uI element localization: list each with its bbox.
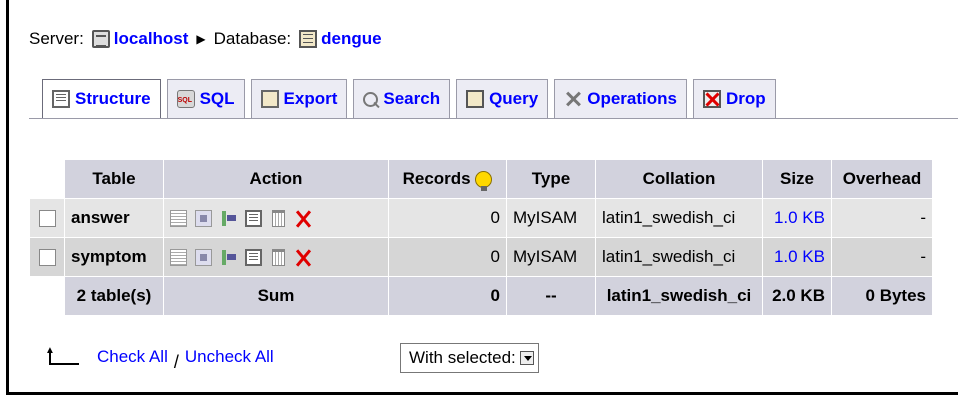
page-frame: Server: localhost ▶ Database: dengue Str…	[6, 0, 958, 395]
action-icons	[170, 209, 382, 227]
check-all-link[interactable]: Check All	[97, 347, 168, 367]
row-checkbox-cell	[30, 238, 64, 276]
select-icon[interactable]	[195, 209, 212, 227]
tables-list: Table Action Records Type Collation Size…	[29, 159, 933, 316]
records-value: 0	[389, 199, 506, 237]
database-link[interactable]: dengue	[321, 29, 381, 49]
overhead-value: -	[832, 199, 932, 237]
tab-sql[interactable]: SQL	[166, 79, 245, 119]
arrow-up-icon: ▲	[43, 345, 79, 365]
header-action: Action	[164, 160, 388, 198]
action-cell	[164, 199, 388, 237]
drop-x-icon[interactable]	[295, 249, 312, 266]
header-records-label: Records	[402, 169, 471, 188]
tab-bar: Structure SQL Export Search Query Operat…	[42, 79, 776, 119]
header-type: Type	[507, 160, 595, 198]
server-icon	[91, 30, 110, 48]
header-collation: Collation	[596, 160, 762, 198]
size-link[interactable]: 1.0 KB	[763, 199, 831, 237]
link-separator: /	[173, 351, 179, 372]
properties-icon[interactable]	[245, 248, 262, 266]
select-icon[interactable]	[195, 248, 212, 266]
insert-icon[interactable]	[220, 210, 237, 227]
tab-drop[interactable]: Drop	[692, 79, 776, 119]
tab-label: Search	[383, 89, 441, 108]
footer-size: 2.0 KB	[763, 277, 831, 315]
browse-icon[interactable]	[170, 209, 187, 227]
empty-trash-icon[interactable]	[272, 209, 285, 227]
size-link[interactable]: 1.0 KB	[763, 238, 831, 276]
footer-collation: latin1_swedish_ci	[596, 277, 762, 315]
footer-sum-label: Sum	[164, 277, 388, 315]
type-value: MyISAM	[507, 238, 595, 276]
export-icon	[260, 90, 279, 108]
tab-divider	[29, 118, 958, 119]
row-checkbox-cell	[30, 199, 64, 237]
tab-label: Export	[283, 89, 338, 108]
sql-icon	[176, 90, 195, 108]
footer-count: 2 table(s)	[65, 277, 163, 315]
tab-label: Drop	[725, 89, 766, 108]
bulk-select-bar: ▲ Check All / Uncheck All	[43, 343, 274, 372]
header-spacer	[30, 160, 64, 198]
server-link[interactable]: localhost	[114, 29, 189, 49]
table-header-row: Table Action Records Type Collation Size…	[30, 160, 932, 198]
drop-x-icon[interactable]	[295, 210, 312, 227]
overhead-value: -	[832, 238, 932, 276]
table-row: symptom 0 MyISAM latin1_swedish_ci 1.0 K…	[30, 238, 932, 276]
records-value: 0	[389, 238, 506, 276]
table-row: answer 0 MyISAM latin1_swedish_ci 1.0 KB…	[30, 199, 932, 237]
action-icons	[170, 248, 382, 266]
breadcrumb: Server: localhost ▶ Database: dengue	[29, 26, 382, 52]
tab-export[interactable]: Export	[250, 79, 348, 119]
footer-type: --	[507, 277, 595, 315]
tab-search[interactable]: Search	[353, 79, 451, 119]
header-overhead: Overhead	[832, 160, 932, 198]
drop-icon	[702, 90, 721, 108]
footer-spacer	[30, 277, 64, 315]
tab-label: Query	[489, 89, 539, 108]
tab-operations[interactable]: Operations	[554, 79, 687, 119]
footer-overhead: 0 Bytes	[832, 277, 932, 315]
lightbulb-icon[interactable]	[475, 171, 493, 192]
chevron-down-icon	[519, 351, 534, 365]
with-selected-dropdown[interactable]: With selected:	[400, 343, 539, 373]
database-icon	[299, 30, 318, 48]
uncheck-all-link[interactable]: Uncheck All	[185, 347, 274, 367]
table-footer-row: 2 table(s) Sum 0 -- latin1_swedish_ci 2.…	[30, 277, 932, 315]
footer-records: 0	[389, 277, 506, 315]
header-table: Table	[65, 160, 163, 198]
type-value: MyISAM	[507, 199, 595, 237]
search-icon	[363, 91, 379, 107]
database-label: Database:	[213, 29, 292, 48]
browse-icon[interactable]	[170, 248, 187, 266]
with-selected-label: With selected:	[409, 348, 516, 367]
tab-query[interactable]: Query	[456, 79, 549, 119]
properties-icon[interactable]	[245, 209, 262, 227]
tab-label: Structure	[75, 89, 151, 108]
operations-icon	[564, 90, 582, 108]
tab-label: SQL	[199, 89, 235, 108]
table-name[interactable]: answer	[65, 199, 163, 237]
collation-value: latin1_swedish_ci	[596, 238, 762, 276]
insert-icon[interactable]	[220, 249, 237, 266]
header-size: Size	[763, 160, 831, 198]
structure-icon	[52, 90, 70, 108]
row-checkbox[interactable]	[38, 210, 56, 228]
action-cell	[164, 238, 388, 276]
collation-value: latin1_swedish_ci	[596, 199, 762, 237]
tab-structure[interactable]: Structure	[42, 79, 161, 119]
tab-label: Operations	[587, 89, 677, 108]
breadcrumb-arrow-icon: ▶	[196, 32, 206, 46]
server-label: Server:	[29, 29, 84, 48]
empty-trash-icon[interactable]	[272, 248, 285, 266]
row-checkbox[interactable]	[38, 249, 56, 267]
query-icon	[466, 90, 485, 108]
table-name[interactable]: symptom	[65, 238, 163, 276]
header-records: Records	[389, 160, 506, 198]
